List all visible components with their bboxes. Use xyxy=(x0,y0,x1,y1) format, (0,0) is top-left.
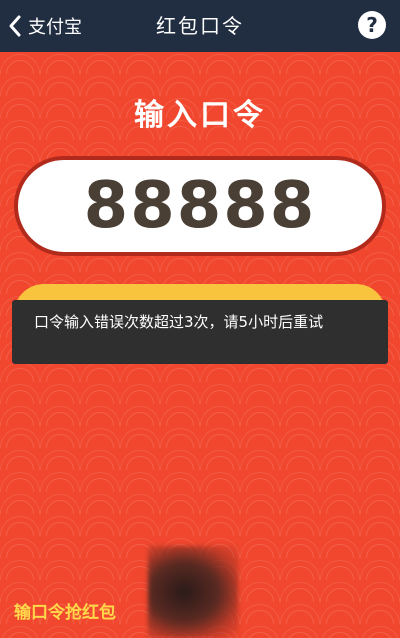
error-toast: 口令输入错误次数超过3次，请5小时后重试 xyxy=(12,300,388,364)
section-heading: 输入口令 xyxy=(134,98,266,133)
back-button[interactable]: 支付宝 xyxy=(8,8,82,44)
red-envelope-panel: 输入口令 88888 口令输入错误次数超过3次，请5小时后重试 输口令抢红包 xyxy=(0,52,400,638)
back-label: 支付宝 xyxy=(28,17,82,38)
code-input[interactable]: 88888 xyxy=(14,156,386,256)
help-icon[interactable]: ? xyxy=(358,11,386,39)
navigation-bar: 支付宝 红包口令 ? xyxy=(0,0,400,52)
blurred-region xyxy=(148,546,238,638)
footer-link[interactable]: 输口令抢红包 xyxy=(14,598,116,623)
chevron-left-icon xyxy=(9,15,21,37)
